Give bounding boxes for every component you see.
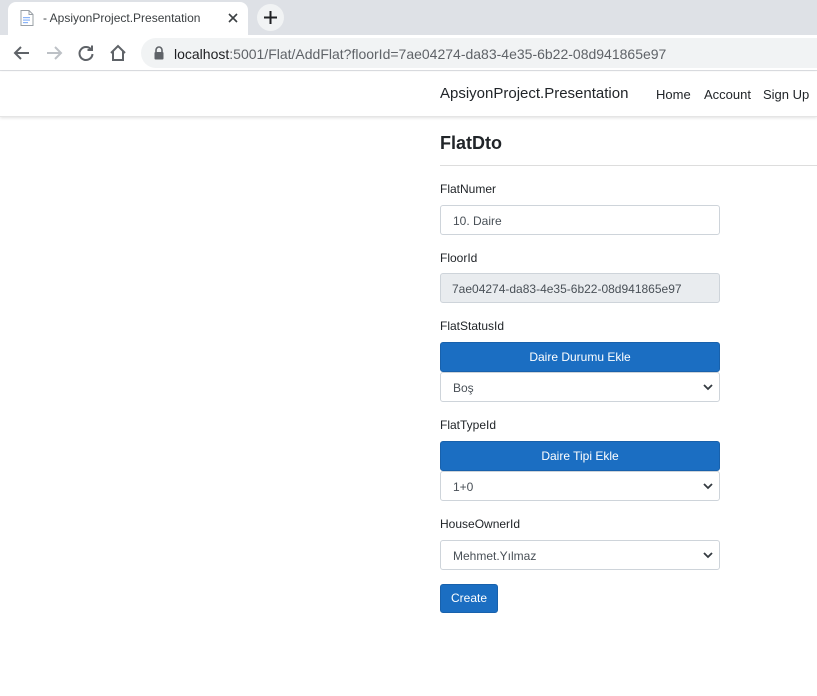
home-icon[interactable] xyxy=(108,43,128,63)
chevron-down-icon xyxy=(703,483,713,490)
floor-id-input: 7ae04274-da83-4e35-6b22-08d941865e97 xyxy=(440,273,720,303)
url-path: :5001/Flat/AddFlat?floorId=7ae04274-da83… xyxy=(229,46,667,62)
page-title: FlatDto xyxy=(440,133,502,153)
floor-id-label: FloorId xyxy=(440,251,478,265)
brand-link[interactable]: ApsiyonProject.Presentation xyxy=(440,85,628,102)
nav-link-sign-up[interactable]: Sign Up xyxy=(763,87,809,102)
back-arrow-icon[interactable] xyxy=(12,43,32,63)
nav-link-home[interactable]: Home xyxy=(656,87,691,102)
create-button[interactable]: Create xyxy=(440,584,498,613)
add-flat-status-button[interactable]: Daire Durumu Ekle xyxy=(440,342,720,372)
flat-status-select[interactable]: Boş xyxy=(440,372,720,402)
chevron-down-icon xyxy=(703,552,713,559)
house-owner-value: Mehmet.Yılmaz xyxy=(453,549,537,563)
tab-title: - ApsiyonProject.Presentation xyxy=(43,11,201,25)
nav-link-account[interactable]: Account xyxy=(704,87,751,102)
url-text[interactable]: localhost:5001/Flat/AddFlat?floorId=7ae0… xyxy=(174,46,666,62)
browser-tabstrip: - ApsiyonProject.Presentation xyxy=(0,0,817,35)
page-icon xyxy=(20,10,34,26)
browser-toolbar: localhost:5001/Flat/AddFlat?floorId=7ae0… xyxy=(0,35,817,71)
url-host: localhost xyxy=(174,46,230,62)
flat-status-label: FlatStatusId xyxy=(440,319,505,333)
divider xyxy=(440,165,817,166)
browser-tab[interactable]: - ApsiyonProject.Presentation xyxy=(8,2,248,35)
lock-icon[interactable] xyxy=(153,46,165,60)
flat-status-value: Boş xyxy=(453,381,474,395)
reload-icon[interactable] xyxy=(76,43,96,63)
flat-type-select[interactable]: 1+0 xyxy=(440,471,720,501)
flat-type-value: 1+0 xyxy=(453,480,474,494)
site-navbar: ApsiyonProject.Presentation Home Account… xyxy=(0,72,817,117)
forward-arrow-icon[interactable] xyxy=(44,43,64,63)
add-flat-type-button[interactable]: Daire Tipi Ekle xyxy=(440,441,720,471)
house-owner-label: HouseOwnerId xyxy=(440,517,521,531)
chevron-down-icon xyxy=(703,384,713,391)
flat-numer-input[interactable]: 10. Daire xyxy=(440,205,720,235)
flat-numer-label: FlatNumer xyxy=(440,182,497,196)
address-bar[interactable]: localhost:5001/Flat/AddFlat?floorId=7ae0… xyxy=(141,38,817,68)
house-owner-select[interactable]: Mehmet.Yılmaz xyxy=(440,540,720,570)
plus-icon xyxy=(264,11,277,24)
flat-type-label: FlatTypeId xyxy=(440,418,497,432)
close-icon[interactable] xyxy=(225,10,241,26)
new-tab-button[interactable] xyxy=(257,4,284,31)
